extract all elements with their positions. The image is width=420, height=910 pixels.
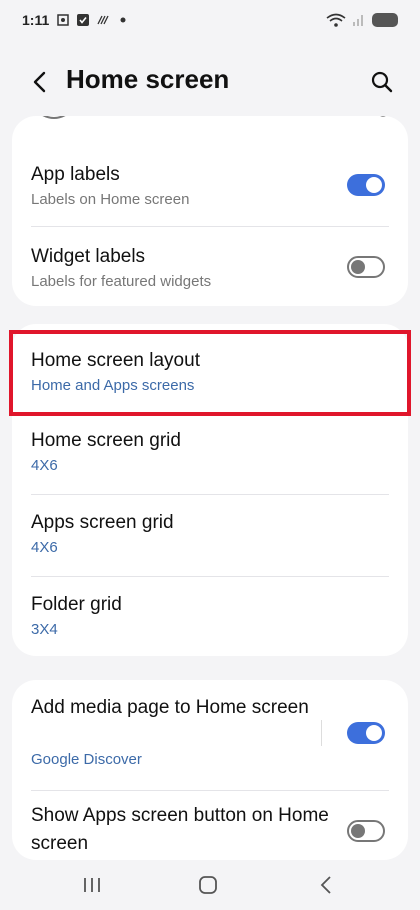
home-screen-layout-value: Home and Apps screens bbox=[31, 377, 195, 394]
home-screen-grid-value: 4X6 bbox=[31, 457, 58, 474]
home-screen-grid-title: Home screen grid bbox=[31, 430, 181, 451]
add-media-page-toggle[interactable] bbox=[347, 722, 385, 744]
divider bbox=[31, 576, 389, 577]
home-screen-layout-row[interactable]: Home screen layout Home and Apps screens bbox=[12, 334, 408, 414]
widget-labels-title: Widget labels bbox=[31, 246, 146, 267]
labels-card: App labels Labels on Home screen Widget … bbox=[12, 116, 408, 306]
wifi-icon bbox=[326, 13, 346, 27]
home-screen-layout-title: Home screen layout bbox=[31, 350, 200, 371]
add-media-page-value: Google Discover bbox=[31, 751, 142, 768]
apps-screen-grid-value: 4X6 bbox=[31, 539, 58, 556]
show-apps-button-toggle[interactable] bbox=[347, 820, 385, 842]
folder-grid-value: 3X4 bbox=[31, 621, 58, 638]
dot-icon bbox=[120, 17, 126, 23]
app-labels-subtitle: Labels on Home screen bbox=[31, 191, 190, 208]
apps-screen-grid-title: Apps screen grid bbox=[31, 512, 174, 533]
status-bar: 1:11 bbox=[0, 0, 420, 40]
cell-signal-icon bbox=[353, 15, 363, 26]
folder-grid-row[interactable]: Folder grid 3X4 bbox=[12, 580, 408, 656]
home-screen-grid-row[interactable]: Home screen grid 4X6 bbox=[12, 416, 408, 496]
navigation-bar bbox=[0, 860, 420, 910]
back-icon bbox=[320, 876, 331, 894]
page-title: Home screen bbox=[66, 64, 230, 94]
apps-screen-grid-row[interactable]: Apps screen grid 4X6 bbox=[12, 498, 408, 578]
checkbox-icon bbox=[77, 14, 90, 26]
app-bar: Home screen bbox=[0, 56, 420, 108]
show-apps-button-title: Show Apps screen button on Home screen bbox=[31, 805, 329, 854]
home-button[interactable] bbox=[196, 874, 220, 896]
divider bbox=[31, 494, 389, 495]
widget-labels-subtitle: Labels for featured widgets bbox=[31, 273, 212, 290]
widget-labels-row[interactable]: Widget labels Labels for featured widget… bbox=[12, 228, 408, 306]
back-button[interactable] bbox=[26, 68, 54, 96]
add-media-page-row[interactable]: Add media page to Home screen Google Dis… bbox=[12, 692, 408, 788]
partial-icon bbox=[42, 116, 66, 119]
home-icon bbox=[199, 876, 217, 894]
no-signal-icon bbox=[97, 15, 109, 25]
partial-toggle-icon bbox=[380, 116, 386, 117]
vertical-separator bbox=[321, 720, 322, 746]
add-media-page-title: Add media page to Home screen bbox=[31, 697, 309, 718]
recents-icon bbox=[84, 878, 100, 892]
divider bbox=[31, 226, 389, 227]
show-apps-button-row[interactable]: Show Apps screen button on Home screen bbox=[12, 800, 408, 860]
media-card: Add media page to Home screen Google Dis… bbox=[12, 680, 408, 860]
status-time: 1:11 bbox=[22, 12, 50, 28]
divider bbox=[31, 790, 389, 791]
chevron-left-icon bbox=[33, 71, 46, 93]
search-icon bbox=[371, 71, 393, 93]
app-labels-title: App labels bbox=[31, 164, 120, 185]
screenshot-icon bbox=[57, 14, 69, 26]
layout-card: Home screen layout Home and Apps screens… bbox=[12, 324, 408, 656]
back-nav-button[interactable] bbox=[314, 874, 338, 896]
search-button[interactable] bbox=[368, 68, 396, 96]
widget-labels-toggle[interactable] bbox=[347, 256, 385, 278]
recents-button[interactable] bbox=[80, 874, 104, 896]
battery-icon bbox=[372, 13, 398, 27]
folder-grid-title: Folder grid bbox=[31, 594, 122, 615]
app-labels-toggle[interactable] bbox=[347, 174, 385, 196]
app-labels-row[interactable]: App labels Labels on Home screen bbox=[12, 146, 408, 226]
